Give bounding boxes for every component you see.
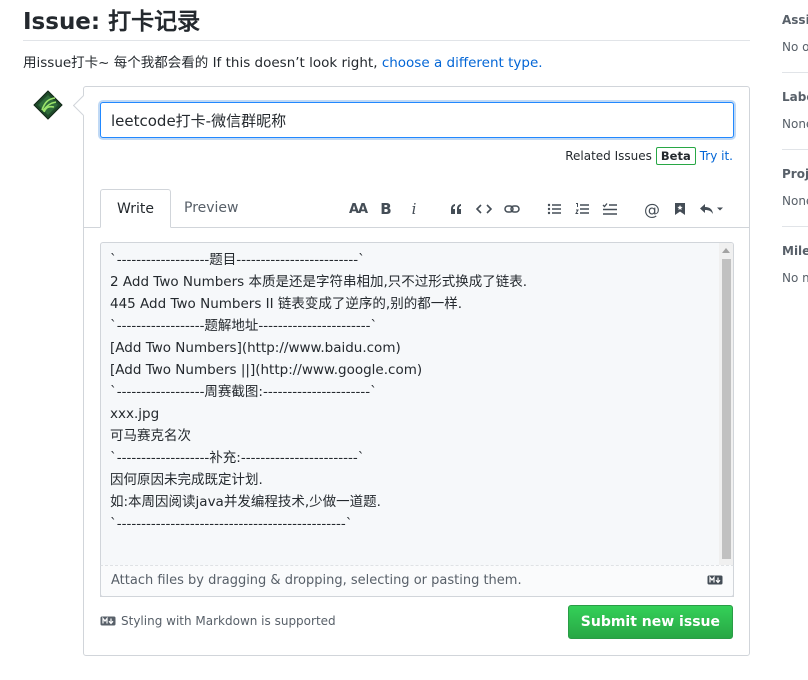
body-line: `---------------------------------------… xyxy=(110,516,353,532)
body-line: xxx.jpg xyxy=(110,406,160,422)
sidebar-value: No m xyxy=(782,271,808,285)
code-icon[interactable] xyxy=(470,197,498,221)
editor-scrollbar[interactable] xyxy=(719,243,733,596)
sidebar-heading: Labe xyxy=(782,90,808,104)
sidebar-value: None xyxy=(782,117,808,131)
attach-files-bar[interactable]: Attach files by dragging & dropping, sel… xyxy=(100,565,734,597)
body-line: 可马赛克名次 xyxy=(110,428,191,444)
new-issue-form: Related Issues Beta Try it. Write Previe… xyxy=(83,86,750,656)
sidebar-heading: Miles xyxy=(782,244,808,258)
markdown-icon xyxy=(100,616,116,626)
related-issues: Related Issues Beta Try it. xyxy=(565,147,733,165)
bookmark-icon[interactable] xyxy=(666,197,694,221)
sidebar-divider xyxy=(782,72,808,73)
quote-icon[interactable] xyxy=(442,197,470,221)
sidebar-assignees[interactable]: Assig No o xyxy=(782,13,808,54)
body-line: 445 Add Two Numbers II 链表变成了逆序的,别的都一样. xyxy=(110,296,462,312)
markdown-toolbar: AA B i @ xyxy=(344,197,728,221)
intro-text: 用issue打卡~ 每个我都会看的 If this doesn’t look r… xyxy=(23,55,382,71)
issue-body-content: `-------------------题目------------------… xyxy=(110,249,527,535)
scroll-up-arrow-icon[interactable] xyxy=(722,248,730,253)
body-line: `------------------题解地址-----------------… xyxy=(110,318,378,334)
markdown-icon xyxy=(707,575,723,585)
body-line: 因何原因未完成既定计划. xyxy=(110,472,263,488)
try-it-link[interactable]: Try it. xyxy=(700,149,733,163)
link-icon[interactable] xyxy=(498,197,526,221)
tab-write[interactable]: Write xyxy=(100,189,171,228)
sidebar-labels[interactable]: Labe None xyxy=(782,90,808,131)
markdown-note-text[interactable]: Styling with Markdown is supported xyxy=(121,614,336,628)
unordered-list-icon[interactable] xyxy=(540,197,568,221)
reply-icon[interactable] xyxy=(694,197,728,221)
tab-preview[interactable]: Preview xyxy=(168,189,255,228)
issue-title-input[interactable] xyxy=(100,102,734,138)
body-line: [Add Two Numbers ||](http://www.google.c… xyxy=(110,362,423,378)
sidebar-divider xyxy=(782,226,808,227)
mention-icon[interactable]: @ xyxy=(638,197,666,221)
submit-new-issue-button[interactable]: Submit new issue xyxy=(567,605,733,639)
avatar[interactable] xyxy=(33,90,63,120)
body-line: `-------------------题目------------------… xyxy=(110,252,365,268)
sidebar-value: No o xyxy=(782,40,808,54)
body-line: [Add Two Numbers](http://www.baidu.com) xyxy=(110,340,401,356)
sidebar-milestone[interactable]: Miles No m xyxy=(782,244,808,285)
italic-icon[interactable]: i xyxy=(400,197,428,221)
ordered-list-icon[interactable] xyxy=(568,197,596,221)
bold-icon[interactable]: B xyxy=(372,197,400,221)
sidebar-heading: Proje xyxy=(782,167,808,181)
avatar-icon xyxy=(33,90,63,120)
header-text-icon[interactable]: AA xyxy=(344,197,372,221)
scrollbar-thumb[interactable] xyxy=(722,259,731,559)
page-title: Issue: 打卡记录 xyxy=(23,9,201,35)
sidebar-value: None xyxy=(782,194,808,208)
title-divider xyxy=(23,40,750,41)
task-list-icon[interactable] xyxy=(596,197,624,221)
choose-type-link[interactable]: choose a different type. xyxy=(382,55,543,71)
issue-body-textarea[interactable]: `-------------------题目------------------… xyxy=(100,242,734,597)
markdown-support-note: Styling with Markdown is supported xyxy=(100,614,336,628)
related-issues-label: Related Issues xyxy=(565,149,652,163)
issue-template-description: 用issue打卡~ 每个我都会看的 If this doesn’t look r… xyxy=(23,51,543,71)
sidebar-projects[interactable]: Proje None xyxy=(782,167,808,208)
body-line: `------------------周赛截图:----------------… xyxy=(110,384,377,400)
sidebar-divider xyxy=(782,149,808,150)
sidebar-heading: Assig xyxy=(782,13,808,27)
body-line: `-------------------补充:-----------------… xyxy=(110,450,365,466)
body-line: 2 Add Two Numbers 本质是还是字符串相加,只不过形式换成了链表. xyxy=(110,274,528,290)
attach-files-text: Attach files by dragging & dropping, sel… xyxy=(111,573,522,588)
beta-badge: Beta xyxy=(655,147,696,165)
body-line: 如:本周因阅读java并发编程技术,少做一道题. xyxy=(110,494,381,510)
